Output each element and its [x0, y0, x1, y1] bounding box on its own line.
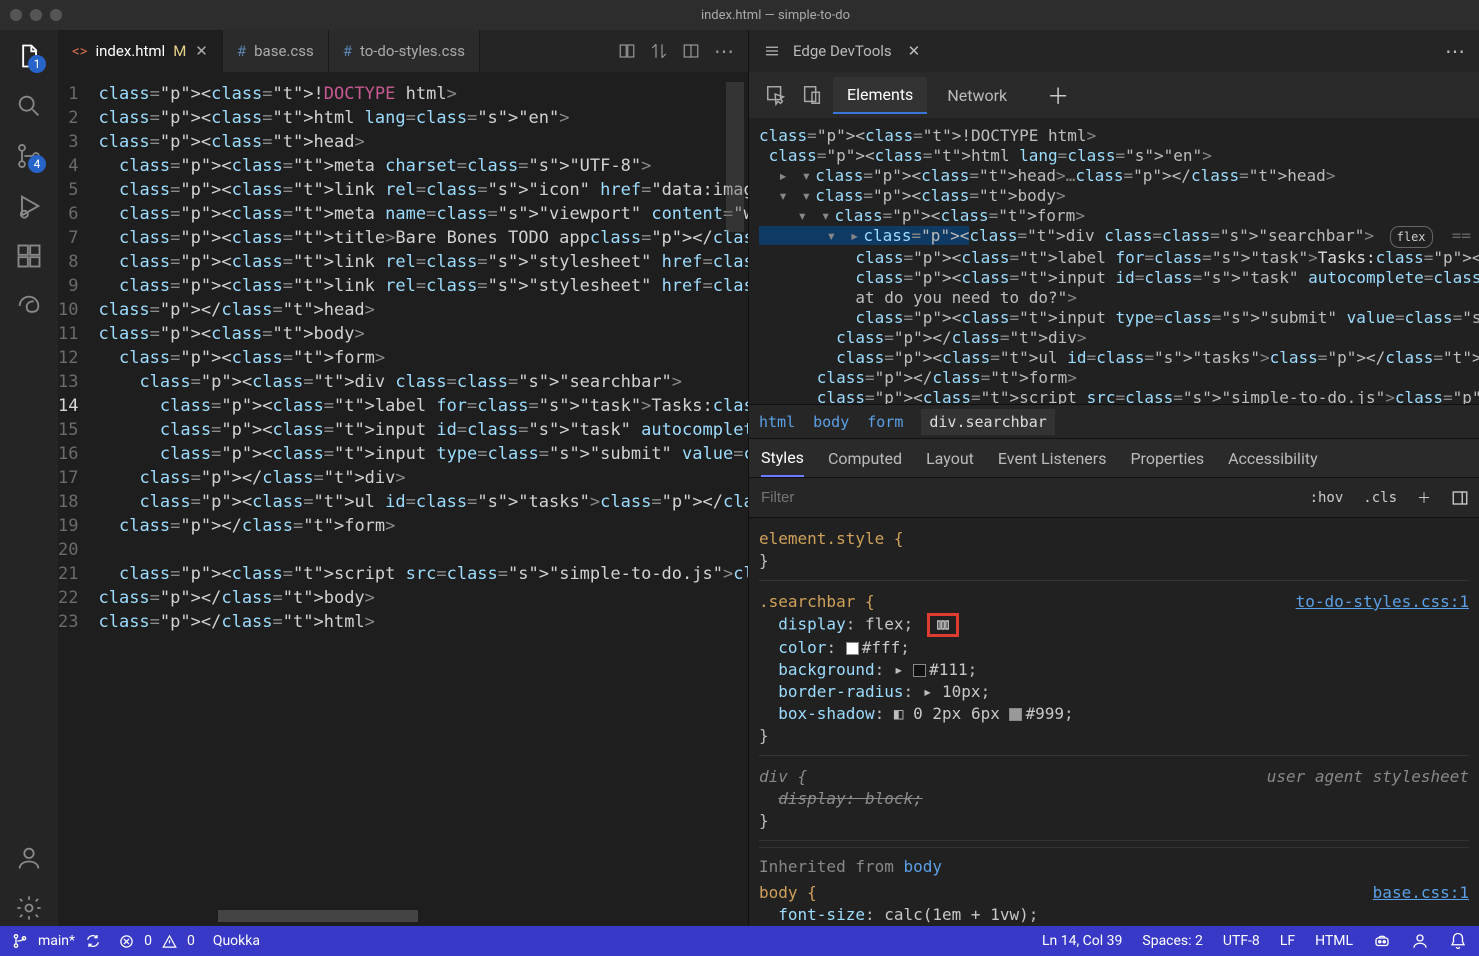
tab-index-html[interactable]: <> index.html M ✕	[58, 30, 223, 72]
branch-icon[interactable]	[12, 933, 28, 949]
eol-status[interactable]: LF	[1280, 933, 1295, 949]
feedback-icon[interactable]	[1411, 932, 1429, 950]
text-editor[interactable]: 1234567891011121314151617181920212223 cl…	[58, 72, 748, 926]
encoding-status[interactable]: UTF-8	[1223, 933, 1260, 949]
tab-modified-badge: M	[173, 42, 187, 60]
shadow-editor-icon[interactable]: ◧	[894, 703, 904, 725]
devtools-toolbar: Elements Network ＋	[749, 72, 1479, 118]
tab-label: base.css	[254, 42, 314, 60]
language-status[interactable]: HTML	[1315, 933, 1353, 949]
devtools-panel-title: Edge DevTools	[793, 42, 892, 60]
tab-elements[interactable]: Elements	[833, 77, 927, 114]
run-debug-icon[interactable]	[11, 188, 47, 224]
tab-styles[interactable]: Styles	[761, 439, 804, 477]
tab-network[interactable]: Network	[933, 78, 1021, 113]
flexbox-editor-button[interactable]	[927, 613, 959, 637]
tab-properties[interactable]: Properties	[1130, 439, 1204, 477]
rule-body[interactable]: base.css:1 body { font-size: calc(1em + …	[759, 878, 1469, 926]
explorer-badge: 1	[28, 55, 46, 73]
git-branch[interactable]: main*	[38, 933, 75, 949]
rule-element-style[interactable]: element.style {}	[759, 524, 1469, 581]
devtools-hamburger-icon[interactable]	[763, 42, 781, 60]
copilot-icon[interactable]	[1373, 932, 1391, 950]
styles-sub-tabs: Styles Computed Layout Event Listeners P…	[749, 438, 1479, 478]
styles-filter-input[interactable]	[749, 478, 1300, 517]
css-file-icon: #	[343, 42, 352, 60]
editor-group: <> index.html M ✕ # base.css # to-do-sty…	[58, 30, 749, 926]
extensions-icon[interactable]	[11, 238, 47, 274]
tab-accessibility[interactable]: Accessibility	[1228, 439, 1318, 477]
notifications-icon[interactable]	[1449, 932, 1467, 950]
tab-label: to-do-styles.css	[360, 42, 465, 60]
line-number-gutter: 1234567891011121314151617181920212223	[58, 72, 90, 926]
css-file-icon: #	[237, 42, 246, 60]
more-actions-icon[interactable]: ⋯	[1445, 39, 1465, 63]
error-icon	[119, 934, 134, 949]
styles-rules-pane[interactable]: element.style {} to-do-styles.css:1 .sea…	[749, 518, 1479, 926]
close-icon[interactable]: ✕	[195, 42, 208, 60]
indentation-status[interactable]: Spaces: 2	[1142, 933, 1203, 949]
sync-icon[interactable]	[85, 933, 101, 949]
quokka-status[interactable]: Quokka	[213, 933, 260, 949]
search-icon[interactable]	[11, 88, 47, 124]
devtools-panel-tab: Edge DevTools ✕ ⋯	[749, 30, 1479, 72]
devtools-panel: Edge DevTools ✕ ⋯ Elements Network ＋ cla…	[749, 30, 1479, 926]
window-controls[interactable]	[10, 9, 62, 21]
styles-filter-row: :hov .cls ＋	[749, 478, 1479, 518]
dom-breadcrumbs[interactable]: html body form div.searchbar	[749, 404, 1479, 438]
compare-icon[interactable]	[650, 42, 668, 60]
cursor-position[interactable]: Ln 14, Col 39	[1042, 933, 1122, 949]
explorer-icon[interactable]: 1	[11, 38, 47, 74]
close-icon[interactable]: ✕	[908, 42, 921, 60]
activity-bar: 1 4	[0, 30, 58, 926]
cls-toggle[interactable]: .cls	[1353, 490, 1407, 506]
minimap[interactable]	[726, 82, 744, 332]
device-emulation-icon[interactable]	[797, 84, 827, 106]
crumb-html[interactable]: html	[759, 413, 795, 431]
computed-styles-sidebar-icon[interactable]	[1441, 489, 1479, 507]
tab-label: index.html	[95, 42, 165, 60]
edge-tools-icon[interactable]	[11, 288, 47, 324]
inspect-element-icon[interactable]	[761, 84, 791, 106]
tab-to-do-styles-css[interactable]: # to-do-styles.css	[329, 30, 480, 72]
settings-gear-icon[interactable]	[11, 890, 47, 926]
crumb-div-searchbar[interactable]: div.searchbar	[921, 409, 1054, 435]
zoom-window-icon[interactable]	[50, 9, 62, 21]
horizontal-scrollbar[interactable]	[218, 910, 418, 922]
open-changes-icon[interactable]	[618, 42, 636, 60]
minimize-window-icon[interactable]	[30, 9, 42, 21]
tab-base-css[interactable]: # base.css	[223, 30, 329, 72]
editor-tab-bar: <> index.html M ✕ # base.css # to-do-sty…	[58, 30, 748, 72]
tab-computed[interactable]: Computed	[828, 439, 902, 477]
status-bar: main* 0 0 Quokka Ln 14, Col 39 Spaces: 2…	[0, 926, 1479, 956]
new-style-rule-icon[interactable]: ＋	[1407, 488, 1441, 508]
rule-source-link[interactable]: to-do-styles.css:1	[1296, 591, 1469, 613]
window-titlebar: index.html — simple-to-do	[0, 0, 1479, 30]
split-editor-icon[interactable]	[682, 42, 700, 60]
more-actions-icon[interactable]: ⋯	[714, 39, 734, 63]
inherited-from-row: Inherited from body	[759, 847, 1469, 878]
close-window-icon[interactable]	[10, 9, 22, 21]
window-title: index.html — simple-to-do	[82, 8, 1469, 23]
rule-div-ua[interactable]: user agent stylesheet div { display: blo…	[759, 762, 1469, 841]
accounts-icon[interactable]	[11, 840, 47, 876]
source-control-icon[interactable]: 4	[11, 138, 47, 174]
html-file-icon: <>	[72, 42, 87, 60]
warning-icon	[162, 934, 177, 949]
rule-source-link[interactable]: base.css:1	[1373, 882, 1469, 904]
tab-event-listeners[interactable]: Event Listeners	[998, 439, 1107, 477]
tab-layout[interactable]: Layout	[926, 439, 974, 477]
crumb-form[interactable]: form	[867, 413, 903, 431]
dom-tree[interactable]: class="p"><class="t">!DOCTYPE html> clas…	[749, 118, 1479, 404]
problems-status[interactable]: 0 0	[119, 933, 195, 949]
editor-tab-actions: ⋯	[604, 30, 748, 72]
hov-toggle[interactable]: :hov	[1300, 490, 1354, 506]
add-tab-icon[interactable]: ＋	[1047, 79, 1069, 111]
scm-badge: 4	[28, 155, 46, 173]
crumb-body[interactable]: body	[813, 413, 849, 431]
rule-searchbar[interactable]: to-do-styles.css:1 .searchbar { display:…	[759, 587, 1469, 756]
code-body[interactable]: class="p"><class="t">!DOCTYPE html> clas…	[90, 72, 748, 926]
